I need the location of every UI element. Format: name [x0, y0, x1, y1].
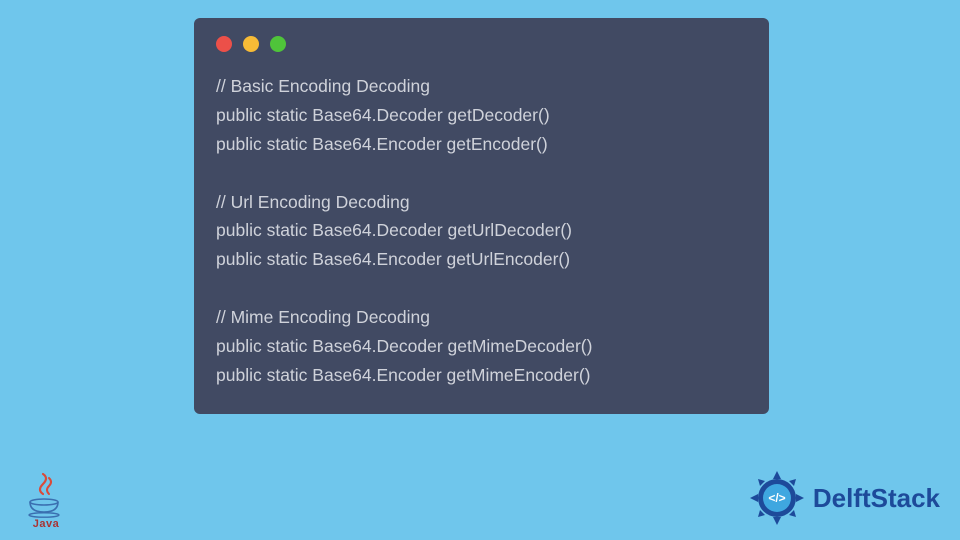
delftstack-logo: </> DelftStack [749, 470, 940, 526]
java-steam-icon [20, 472, 72, 496]
maximize-icon [270, 36, 286, 52]
window-titlebar [194, 18, 769, 62]
java-logo: Java [20, 472, 72, 530]
java-label: Java [20, 518, 72, 530]
delftstack-gear-icon: </> [749, 470, 805, 526]
close-icon [216, 36, 232, 52]
code-panel: // Basic Encoding Decoding public static… [194, 18, 769, 414]
delftstack-label: DelftStack [813, 483, 940, 514]
minimize-icon [243, 36, 259, 52]
svg-text:</>: </> [768, 491, 785, 505]
java-cup-icon [20, 498, 72, 518]
code-block: // Basic Encoding Decoding public static… [194, 62, 769, 390]
